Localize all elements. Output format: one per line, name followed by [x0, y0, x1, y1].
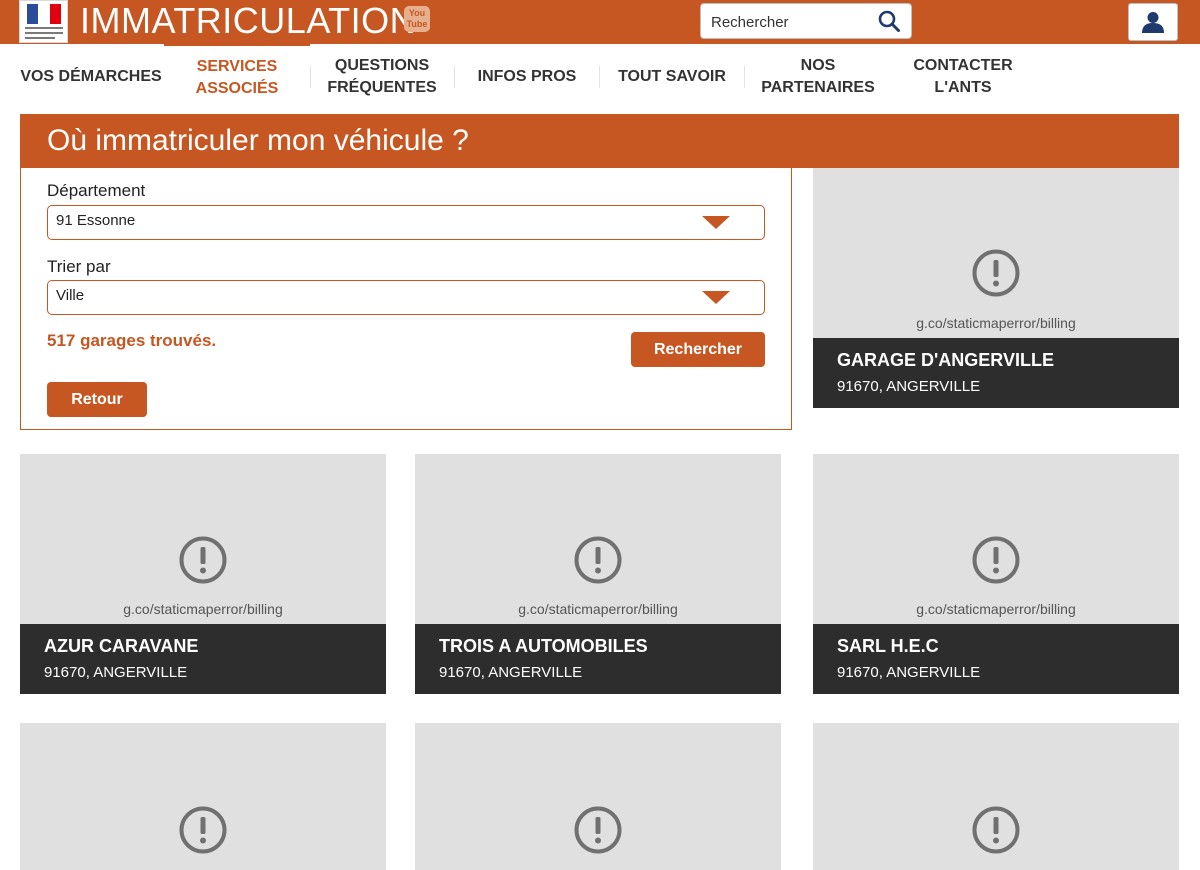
- results-count: 517 garages trouvés.: [47, 331, 217, 350]
- user-icon: [1142, 12, 1164, 33]
- top-bar: IMMATRICULATION You Tube: [0, 0, 1200, 44]
- map-placeholder: g.co/staticmaperror/billing: [813, 168, 1179, 338]
- garage-card[interactable]: g.co/staticmaperror/billing AZUR CARAVAN…: [20, 454, 386, 694]
- map-error-text: g.co/staticmaperror/billing: [518, 601, 678, 617]
- nav-infos-pros[interactable]: INFOS PROS: [456, 44, 598, 110]
- alert-icon: [179, 806, 227, 854]
- garage-card[interactable]: [415, 723, 781, 870]
- site-title[interactable]: IMMATRICULATION: [80, 0, 416, 42]
- garage-info: TROIS A AUTOMOBILES 91670, ANGERVILLE: [415, 624, 781, 694]
- nav-vos-demarches[interactable]: VOS DÉMARCHES: [20, 44, 162, 110]
- garage-address: 91670, ANGERVILLE: [837, 664, 981, 681]
- garage-name: AZUR CARAVANE: [44, 636, 199, 656]
- map-error-text: g.co/staticmaperror/billing: [916, 315, 1076, 331]
- garage-info: AZUR CARAVANE 91670, ANGERVILLE: [20, 624, 386, 694]
- map-error-text: g.co/staticmaperror/billing: [916, 601, 1076, 617]
- garage-address: 91670, ANGERVILLE: [439, 664, 583, 681]
- garage-card[interactable]: g.co/staticmaperror/billing SARL H.E.C 9…: [813, 454, 1179, 694]
- map-placeholder: g.co/staticmaperror/billing: [415, 454, 781, 624]
- search-icon[interactable]: [877, 9, 901, 33]
- alert-icon: [574, 806, 622, 854]
- nav-nos-partenaires[interactable]: NOS PARTENAIRES: [746, 44, 890, 110]
- garage-info: GARAGE D'ANGERVILLE 91670, ANGERVILLE: [813, 338, 1179, 408]
- map-placeholder: [415, 723, 781, 870]
- nav-questions-frequentes[interactable]: QUESTIONS FRÉQUENTES: [312, 44, 452, 110]
- search-form: Département 91 Essonne Trier par Ville 5…: [20, 168, 792, 430]
- departement-select[interactable]: 91 Essonne: [47, 205, 765, 240]
- chevron-down-icon: [702, 216, 730, 229]
- search-box: [700, 3, 912, 40]
- nav-tout-savoir[interactable]: TOUT SAVOIR: [601, 44, 743, 110]
- youtube-icon[interactable]: You Tube: [404, 6, 430, 32]
- garage-card[interactable]: g.co/staticmaperror/billing TROIS A AUTO…: [415, 454, 781, 694]
- garage-address: 91670, ANGERVILLE: [44, 664, 188, 681]
- departement-label: Département: [47, 181, 146, 200]
- sort-select[interactable]: Ville: [47, 280, 765, 315]
- garage-name: GARAGE D'ANGERVILLE: [837, 350, 1054, 370]
- search-button[interactable]: Rechercher: [631, 332, 765, 367]
- nav-divider: [599, 66, 600, 88]
- main-nav: VOS DÉMARCHES SERVICES ASSOCIÉS QUESTION…: [0, 44, 1200, 110]
- page-header-banner: Où immatriculer mon véhicule ?: [20, 114, 1179, 168]
- garage-card[interactable]: g.co/staticmaperror/billing GARAGE D'ANG…: [813, 168, 1179, 408]
- alert-icon: [574, 536, 622, 584]
- map-placeholder: [20, 723, 386, 870]
- sort-label: Trier par: [47, 257, 111, 276]
- sort-value: Ville: [56, 287, 85, 304]
- account-button[interactable]: [1128, 3, 1178, 41]
- alert-icon: [972, 806, 1020, 854]
- chevron-down-icon: [702, 291, 730, 304]
- garage-card[interactable]: [813, 723, 1179, 870]
- garage-name: TROIS A AUTOMOBILES: [439, 636, 648, 656]
- nav-divider: [744, 66, 745, 88]
- nav-services-associes[interactable]: SERVICES ASSOCIÉS: [164, 44, 310, 110]
- marianne-logo-icon[interactable]: [19, 0, 68, 43]
- departement-value: 91 Essonne: [56, 212, 136, 229]
- nav-divider: [454, 66, 455, 88]
- alert-icon: [972, 249, 1020, 297]
- map-placeholder: g.co/staticmaperror/billing: [20, 454, 386, 624]
- page-title: Où immatriculer mon véhicule ?: [47, 124, 469, 157]
- map-error-text: g.co/staticmaperror/billing: [123, 601, 283, 617]
- map-placeholder: [813, 723, 1179, 870]
- alert-icon: [179, 536, 227, 584]
- nav-divider: [310, 66, 311, 88]
- alert-icon: [972, 536, 1020, 584]
- garage-address: 91670, ANGERVILLE: [837, 378, 981, 395]
- map-placeholder: g.co/staticmaperror/billing: [813, 454, 1179, 624]
- garage-card[interactable]: [20, 723, 386, 870]
- search-input[interactable]: [709, 4, 873, 40]
- garage-name: SARL H.E.C: [837, 636, 939, 656]
- back-button[interactable]: Retour: [47, 382, 147, 417]
- nav-contacter-ants[interactable]: CONTACTER L'ANTS: [888, 44, 1038, 110]
- garage-info: SARL H.E.C 91670, ANGERVILLE: [813, 624, 1179, 694]
